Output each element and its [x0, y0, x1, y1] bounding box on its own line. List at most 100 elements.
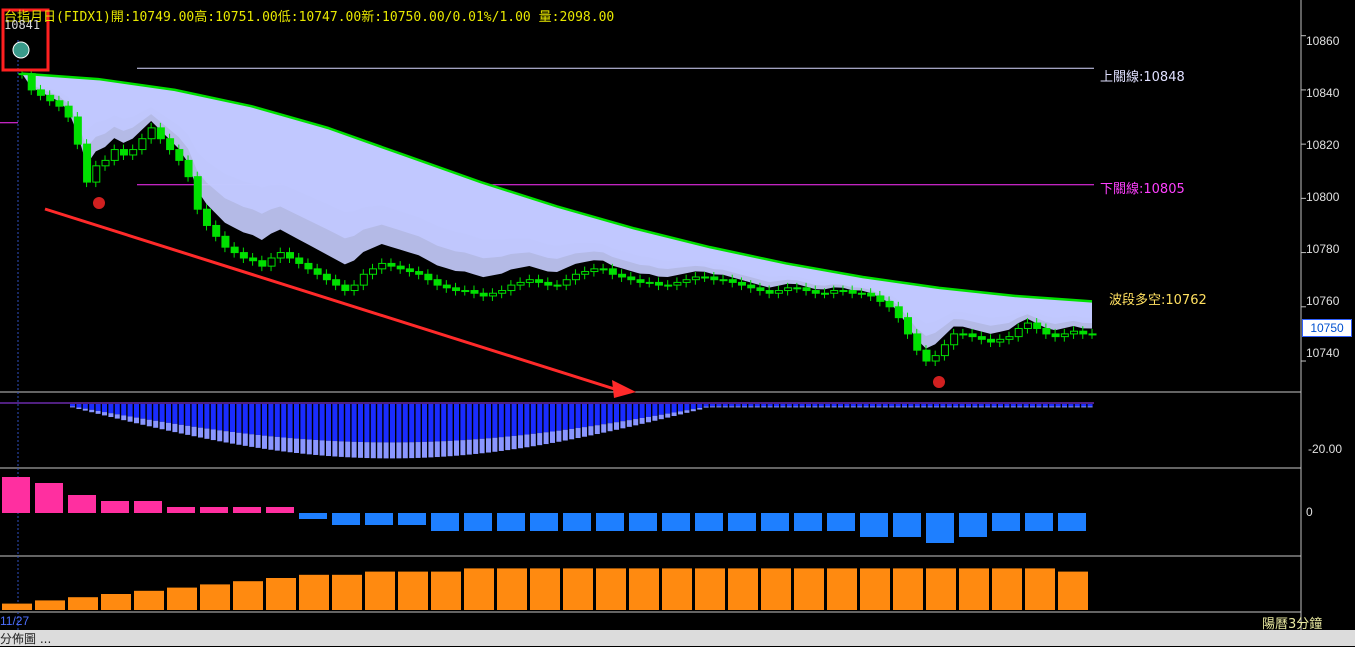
axis-tick-10780: 10780 [1306, 242, 1340, 256]
volume-bar [332, 574, 362, 610]
candle-body [627, 276, 636, 281]
candle-body [239, 252, 248, 259]
date-label: 11/27 [0, 614, 30, 628]
candle-body [452, 287, 461, 292]
status-text: 分佈圖 ... [0, 632, 52, 646]
osc-bar [940, 404, 946, 407]
osc-bar-light [575, 428, 581, 439]
osc-bar [735, 404, 741, 407]
osc-bar [850, 404, 856, 407]
candle-body [765, 290, 774, 294]
volume-bar [860, 568, 890, 610]
histogram-bar [629, 513, 657, 531]
volume-bar [629, 568, 659, 610]
osc-bar-light [326, 440, 331, 457]
candle-body [664, 284, 673, 287]
osc-bar-light [537, 433, 543, 446]
candle-body [959, 333, 968, 336]
osc-bar [300, 404, 306, 440]
osc-bar-light [102, 412, 107, 416]
osc-bar [511, 404, 517, 436]
osc-bar-light [1074, 406, 1080, 408]
osc-bar [306, 404, 312, 440]
osc-bar [722, 404, 728, 407]
osc-bar-light [396, 442, 402, 459]
osc-bar-light [390, 442, 395, 459]
candle-body [507, 284, 516, 292]
osc-bar-light [882, 406, 888, 408]
candle-body [654, 281, 663, 286]
osc-bar [1023, 404, 1029, 407]
osc-bar [185, 404, 191, 426]
candle-body [119, 149, 128, 156]
osc-bar-light [1042, 406, 1048, 408]
osc-bar [108, 404, 114, 414]
osc-bar [799, 404, 805, 407]
osc-bar [473, 404, 479, 440]
candle-body [737, 281, 746, 286]
osc-bar [793, 404, 799, 407]
volume-bar [68, 597, 98, 610]
osc-bar [479, 404, 485, 439]
osc-bar [767, 404, 773, 407]
upper-line-label: 上關線:10848 [1100, 70, 1185, 85]
candle-body [1042, 327, 1051, 335]
osc-bar [178, 404, 184, 425]
candle-body [516, 281, 525, 286]
osc-bar-light [1017, 406, 1023, 408]
osc-bar-light [729, 406, 735, 408]
osc-bar-light [249, 434, 255, 447]
osc-bar [870, 404, 875, 407]
osc-bar [684, 404, 690, 411]
osc-bar [761, 404, 767, 407]
candle-body [313, 268, 322, 275]
candle-body [830, 290, 839, 294]
osc-bar-light [703, 406, 709, 408]
osc-bar [665, 404, 671, 414]
candle-body [636, 279, 645, 283]
osc-bar-light [710, 406, 715, 408]
osc-bar [434, 404, 440, 442]
osc-bar [1030, 404, 1035, 407]
osc-bar-light [985, 406, 991, 408]
osc-bar-light [70, 406, 75, 408]
osc-bar-light [588, 426, 594, 436]
candle-body [913, 333, 922, 351]
candle-body [525, 279, 534, 283]
osc-bar-light [684, 410, 690, 413]
volume-bar [794, 568, 824, 610]
osc-bar-light [1010, 406, 1016, 408]
osc-bar [249, 404, 255, 435]
candle-body [147, 127, 156, 140]
volume-bar [959, 568, 989, 610]
osc-bar-light [876, 406, 882, 408]
volume-bar [662, 568, 692, 610]
osc-bar [985, 404, 991, 407]
wave-label: 波段多空:10762 [1109, 293, 1207, 308]
osc-bar [242, 404, 248, 434]
trend-arrowhead [612, 380, 636, 398]
osc-bar-light [242, 433, 248, 446]
osc-bar-light [722, 406, 728, 408]
volume-bar [35, 600, 65, 610]
osc-bar [908, 404, 914, 407]
axis-tick-10860: 10860 [1306, 34, 1340, 48]
osc-bar-light [127, 416, 133, 422]
osc-bar [255, 404, 261, 435]
osc-bar [716, 404, 722, 407]
histogram-bar [926, 513, 954, 543]
candle-body [415, 271, 424, 275]
osc-bar [729, 404, 735, 407]
osc-bar-light [287, 438, 293, 453]
osc-bar [825, 404, 831, 407]
hist-tick: 0 [1306, 505, 1313, 519]
osc-bar-light [863, 406, 869, 408]
osc-bar [620, 404, 626, 422]
candle-body [138, 138, 147, 151]
osc-bar-light [210, 429, 216, 441]
osc-bar [710, 404, 715, 407]
osc-bar-light [927, 406, 933, 408]
osc-bar-light [383, 442, 389, 459]
candle-body [922, 349, 931, 362]
osc-bar-light [1081, 406, 1087, 408]
